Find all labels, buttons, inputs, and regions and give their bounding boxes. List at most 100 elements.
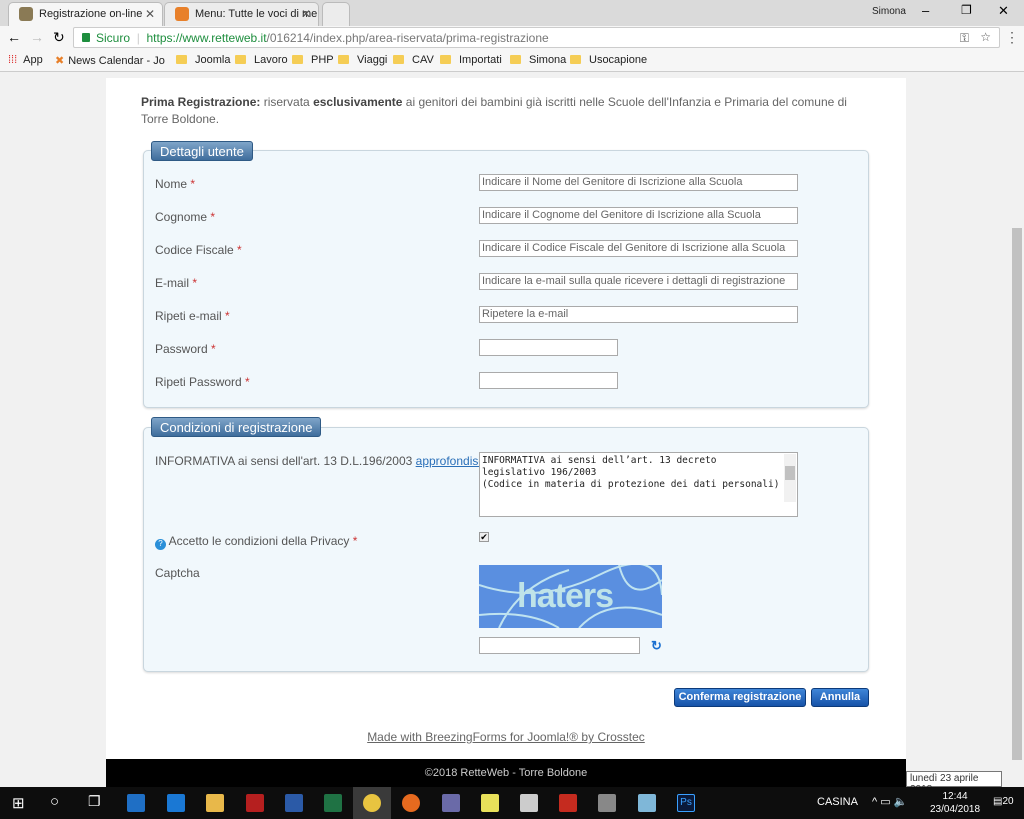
close-tab-icon[interactable]: ✕ <box>301 7 311 21</box>
site-favicon-icon <box>19 7 33 21</box>
joomla-favicon-icon <box>175 7 189 21</box>
confirm-button[interactable]: Conferma registrazione <box>674 688 806 707</box>
bookmark-news-calendar[interactable]: ✖ News Calendar - Joo <box>55 54 165 67</box>
informativa-text: INFORMATIVA ai sensi dell’art. 13 decret… <box>482 455 780 490</box>
field-label: Cognome * <box>155 210 216 224</box>
reload-icon[interactable]: ↻ <box>53 29 65 46</box>
bookmark-app[interactable]: ⁞⁞⁞ App <box>8 54 43 66</box>
field-input[interactable]: Indicare il Cognome del Genitore di Iscr… <box>479 207 798 224</box>
restore-icon[interactable]: ❐ <box>961 3 972 17</box>
made-with-link[interactable]: Made with BreezingForms for Joomla!® by … <box>106 730 906 744</box>
search-icon[interactable]: ○ <box>50 793 59 810</box>
field-label: E-mail * <box>155 276 198 290</box>
secure-label: Sicuro <box>96 31 131 45</box>
back-icon[interactable]: ← <box>7 29 21 45</box>
conditions-legend: Condizioni di registrazione <box>151 417 322 437</box>
captcha-image: haters <box>479 565 662 628</box>
excel-icon[interactable] <box>324 794 342 812</box>
clock[interactable]: 12:44 23/04/2018 <box>930 790 980 816</box>
chrome-icon <box>363 794 381 812</box>
close-window-icon[interactable]: ✕ <box>998 3 1009 19</box>
field-input[interactable] <box>479 372 618 389</box>
textarea-scrollbar[interactable] <box>784 454 796 502</box>
new-tab-button[interactable] <box>322 2 350 26</box>
privacy-label: ? Accetto le condizioni della Privacy * <box>155 534 357 550</box>
field-label: Ripeti Password * <box>155 375 250 389</box>
bookmark-folder[interactable]: Importati <box>440 54 502 66</box>
captcha-input[interactable] <box>479 637 640 654</box>
forward-icon[interactable]: → <box>30 29 44 45</box>
bookmark-folder[interactable]: Simona <box>510 54 566 66</box>
folder-icon <box>176 55 187 64</box>
field-label: Password * <box>155 342 216 356</box>
field-input[interactable]: Indicare la e-mail sulla quale ricevere … <box>479 273 798 290</box>
key-icon[interactable]: ⚿ <box>960 31 969 46</box>
notepad-icon[interactable] <box>638 794 656 812</box>
bookmark-folder[interactable]: Usocapione <box>570 54 647 66</box>
date-tooltip: lunedì 23 aprile 2018 <box>906 771 1002 795</box>
joomla-icon: ✖ <box>55 55 65 67</box>
notifications-icon[interactable]: ▤20 <box>993 796 1014 807</box>
folder-icon <box>235 55 246 64</box>
field-input[interactable]: Ripetere la e-mail <box>479 306 798 323</box>
refresh-captcha-icon[interactable]: ↻ <box>651 638 662 654</box>
field-label: Ripeti e-mail * <box>155 309 230 323</box>
chrome-active[interactable] <box>353 787 391 819</box>
field-label: Codice Fiscale * <box>155 243 242 257</box>
tab-label: Menu: Tutte le voci di me <box>195 8 318 20</box>
field-input[interactable]: Indicare il Nome del Genitore di Iscrizi… <box>479 174 798 191</box>
bookmarks-bar: ⁞⁞⁞ App ✖ News Calendar - Joo Joomla Lavor… <box>0 50 1024 72</box>
scrollbar-thumb[interactable] <box>1012 228 1022 760</box>
edge-icon[interactable] <box>167 794 185 812</box>
app-icon[interactable] <box>520 794 538 812</box>
captcha-text: haters <box>517 577 614 615</box>
filezilla-icon[interactable] <box>559 794 577 812</box>
menu-icon[interactable]: ⋮ <box>1005 29 1019 46</box>
tab-label: Registrazione on-line <box>39 8 143 20</box>
tab-menu[interactable]: Menu: Tutte le voci di me ✕ <box>164 2 319 26</box>
minimize-icon[interactable]: – <box>922 3 929 18</box>
apps-grid-icon: ⁞⁞⁞ <box>8 54 18 66</box>
profile-name[interactable]: Simona <box>872 6 906 17</box>
help-icon[interactable]: ? <box>155 539 166 550</box>
star-icon[interactable]: ☆ <box>980 30 991 44</box>
app-icon[interactable] <box>481 794 499 812</box>
bookmark-folder[interactable]: Viaggi <box>338 54 387 66</box>
taskbar: ⊞ ○ ❐ Ps CASINA ^ ▭ 🔈 12:44 23/04/2018 ▤2… <box>0 787 1024 819</box>
photoshop-icon[interactable]: Ps <box>677 794 695 812</box>
outlook-icon[interactable] <box>127 794 145 812</box>
approfondisci-link[interactable]: approfondisci <box>416 454 487 468</box>
calculator-icon[interactable] <box>598 794 616 812</box>
tray-icons[interactable]: ^ ▭ 🔈 <box>872 795 907 808</box>
informativa-textarea[interactable]: INFORMATIVA ai sensi dell’art. 13 decret… <box>479 452 798 517</box>
folder-icon <box>570 55 581 64</box>
intro-text: Prima Registrazione: riservata esclusiva… <box>141 95 847 126</box>
toolbar-location[interactable]: CASINA <box>817 796 858 808</box>
user-details-legend: Dettagli utente <box>151 141 253 161</box>
address-bar[interactable]: Sicuro | https://www.retteweb.it/016214/… <box>73 27 1000 48</box>
bookmark-folder[interactable]: Joomla <box>176 54 230 66</box>
field-input[interactable] <box>479 339 618 356</box>
lock-icon <box>82 33 90 42</box>
acrobat-icon[interactable] <box>246 794 264 812</box>
informativa-label: INFORMATIVA ai sensi dell'art. 13 D.L.19… <box>155 454 488 468</box>
windows-start-icon[interactable]: ⊞ <box>12 794 25 812</box>
tab-bar: Registrazione on-line ✕ Menu: Tutte le vo… <box>0 0 1024 26</box>
task-view-icon[interactable]: ❐ <box>88 793 101 810</box>
explorer-icon[interactable] <box>206 794 224 812</box>
app-icon[interactable] <box>442 794 460 812</box>
bookmark-folder[interactable]: Lavoro <box>235 54 288 66</box>
bookmark-folder[interactable]: PHP <box>292 54 334 66</box>
privacy-checkbox[interactable]: ✔ <box>479 532 489 542</box>
close-tab-icon[interactable]: ✕ <box>145 7 155 21</box>
folder-icon <box>292 55 303 64</box>
firefox-icon[interactable] <box>402 794 420 812</box>
word-icon[interactable] <box>285 794 303 812</box>
folder-icon <box>440 55 451 64</box>
tab-registrazione[interactable]: Registrazione on-line ✕ <box>8 2 163 26</box>
folder-icon <box>338 55 349 64</box>
cancel-button[interactable]: Annulla <box>811 688 869 707</box>
field-input[interactable]: Indicare il Codice Fiscale del Genitore … <box>479 240 798 257</box>
field-label: Nome * <box>155 177 196 191</box>
bookmark-folder[interactable]: CAV <box>393 54 434 66</box>
